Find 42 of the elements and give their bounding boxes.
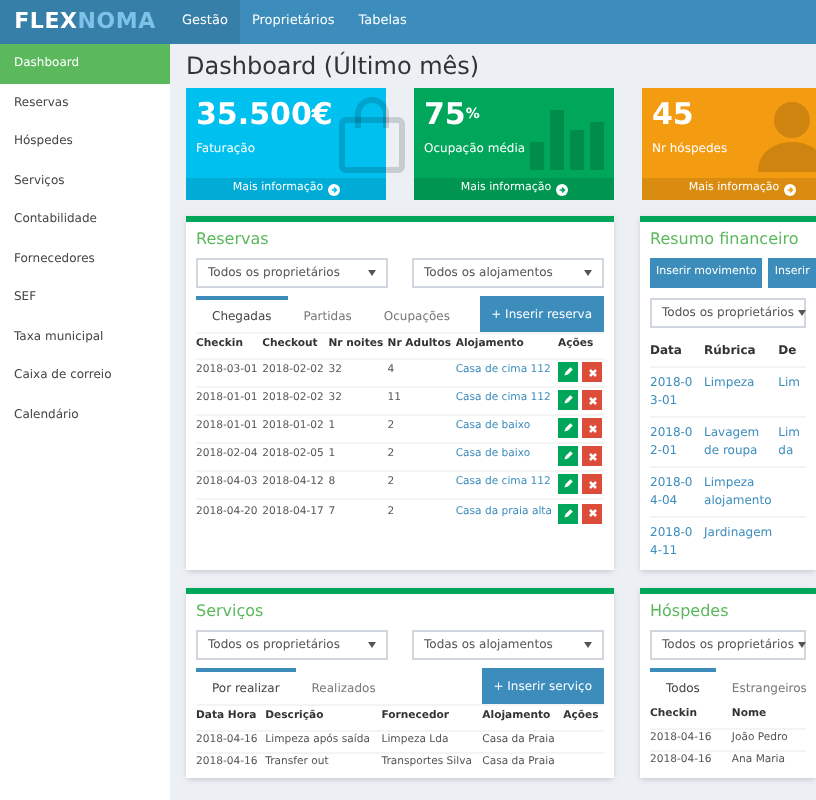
edit-button[interactable] bbox=[558, 418, 579, 439]
arrow-circle-icon bbox=[327, 183, 340, 195]
edit-button[interactable] bbox=[558, 446, 579, 467]
logo[interactable]: FLEXNOMA bbox=[0, 0, 170, 44]
stat-value: 35.500€ bbox=[196, 94, 333, 134]
delete-button[interactable] bbox=[582, 503, 603, 524]
pencil-icon bbox=[562, 366, 575, 379]
edit-button[interactable] bbox=[558, 474, 579, 495]
close-icon bbox=[587, 367, 598, 378]
pencil-icon bbox=[562, 478, 575, 491]
panel-title: Reservas bbox=[196, 228, 271, 252]
pencil-icon bbox=[562, 394, 575, 407]
edit-button[interactable] bbox=[558, 362, 579, 383]
close-icon bbox=[587, 479, 598, 490]
panel-title: Resumo financeiro bbox=[650, 228, 801, 252]
panel-title: Hóspedes bbox=[650, 600, 731, 624]
page-title: Dashboard (Último mês) bbox=[186, 49, 482, 84]
pencil-icon bbox=[562, 450, 575, 463]
delete-button[interactable] bbox=[582, 418, 603, 439]
stat-value: 75$^{%}$ bbox=[424, 94, 482, 134]
delete-button[interactable] bbox=[582, 362, 603, 383]
delete-button[interactable] bbox=[582, 446, 603, 467]
close-icon bbox=[587, 423, 598, 434]
pencil-icon bbox=[562, 507, 575, 520]
caret-icon bbox=[368, 270, 376, 276]
delete-button[interactable] bbox=[582, 390, 603, 411]
close-icon bbox=[587, 451, 598, 462]
caret-icon bbox=[797, 642, 806, 648]
caret-icon bbox=[584, 642, 592, 648]
stat-value: 45 bbox=[652, 94, 696, 134]
edit-button[interactable] bbox=[558, 390, 579, 411]
edit-button[interactable] bbox=[558, 503, 579, 524]
caret-icon bbox=[584, 270, 592, 276]
arrow-circle-icon bbox=[555, 183, 568, 195]
caret-icon bbox=[368, 642, 376, 648]
delete-button[interactable] bbox=[582, 474, 603, 495]
close-icon bbox=[587, 395, 598, 406]
pencil-icon bbox=[562, 422, 575, 435]
arrow-circle-icon bbox=[783, 183, 796, 195]
close-icon bbox=[587, 508, 598, 519]
panel-title: Serviços bbox=[196, 600, 266, 624]
caret-icon bbox=[797, 310, 806, 316]
